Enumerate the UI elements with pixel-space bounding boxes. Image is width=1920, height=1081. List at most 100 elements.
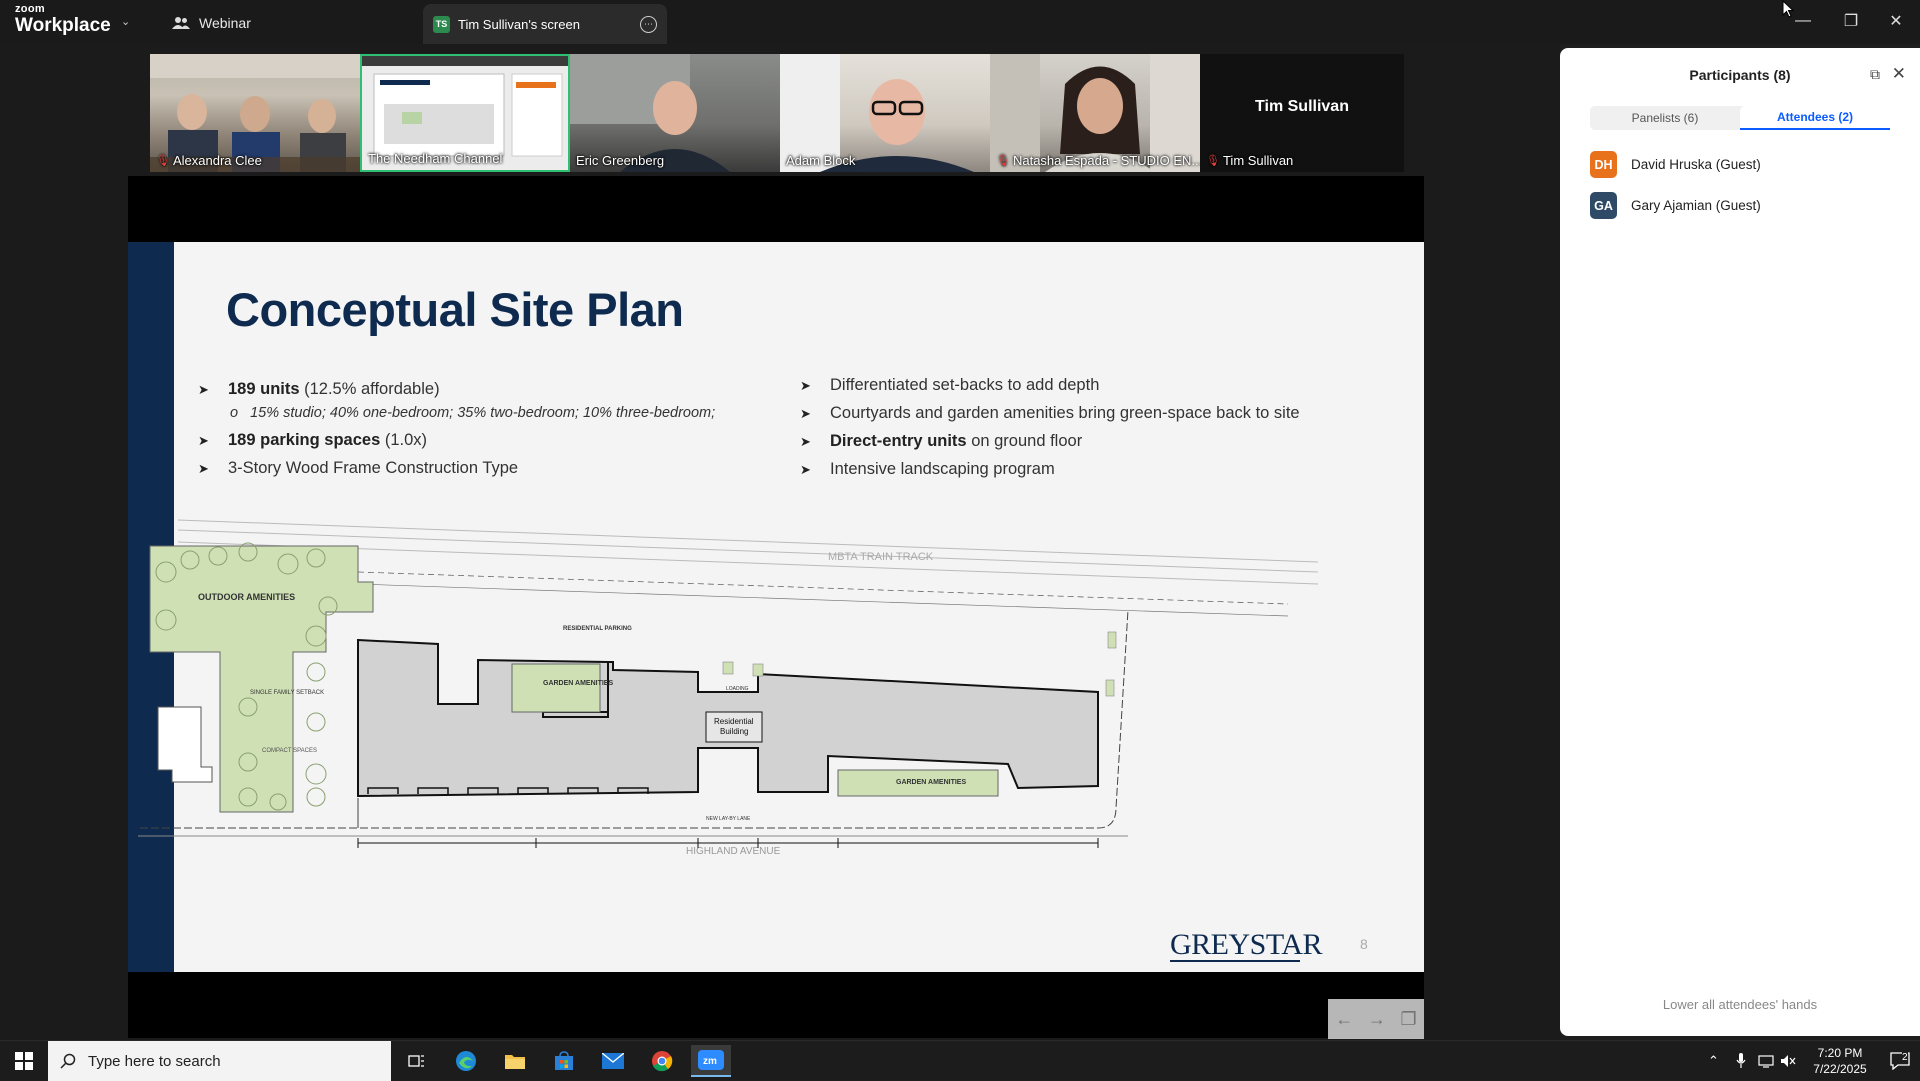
network-icon[interactable] (1758, 1041, 1774, 1081)
view-options-icon[interactable]: ❐ (1401, 1009, 1417, 1030)
tile-name: Eric Greenberg (576, 153, 665, 168)
logo-top: zoom (15, 3, 45, 15)
video-tile[interactable]: 🎙 Alexandra Clee (150, 54, 360, 172)
clock-time: 7:20 PM (1817, 1046, 1863, 1060)
tile-name: The Needham Channel (368, 151, 503, 166)
meeting-main-area: 🎙 Alexandra Clee The Needham Channel Eric… (0, 44, 1560, 1040)
video-tile-active[interactable]: The Needham Channel (360, 54, 570, 172)
presentation-slide: Conceptual Site Plan ➤ 189 units (12.5% a… (128, 242, 1424, 972)
left-bullet-list: ➤ 189 units (12.5% affordable) o 15% studi… (198, 380, 715, 487)
mail-icon[interactable] (593, 1045, 633, 1077)
tile-name: 🎙 Tim Sullivan (1206, 153, 1294, 168)
arrow-bullet-icon: ➤ (198, 461, 209, 476)
start-button[interactable] (0, 1041, 48, 1081)
close-window-button[interactable]: ✕ (1881, 8, 1911, 34)
tile-name: 🎙 Alexandra Clee (156, 153, 262, 168)
tile-display-name: Tim Sullivan (1255, 98, 1349, 115)
logo-bottom: Workplace (15, 15, 111, 36)
participant-tabs: Panelists (6) Attendees (2) (1590, 106, 1890, 130)
chrome-icon[interactable] (642, 1045, 682, 1077)
app-menu-chevron-icon[interactable]: ⌄ (121, 15, 130, 28)
parking-label: RESIDENTIAL PARKING (563, 626, 632, 632)
slide-navigation-controls: ← → ❐ (1328, 999, 1424, 1039)
arrow-bullet-icon: ➤ (800, 434, 811, 449)
zoom-app-icon[interactable]: zm (691, 1045, 731, 1077)
attendee-name: David Hruska (Guest) (1631, 157, 1761, 172)
arrow-bullet-icon: ➤ (198, 382, 209, 397)
tab-shared-screen-label: Tim Sullivan's screen (458, 16, 580, 32)
notifications-button[interactable]: 2 (1880, 1041, 1920, 1081)
restore-button[interactable]: ❐ (1836, 8, 1866, 34)
file-explorer-icon[interactable] (495, 1045, 535, 1077)
train-track-label: MBTA TRAIN TRACK (828, 551, 934, 563)
store-icon[interactable] (544, 1045, 584, 1077)
bullet-landscaping: ➤ Intensive landscaping program (800, 460, 1055, 478)
tray-chevron-icon[interactable]: ⌃ (1708, 1041, 1719, 1081)
garden-amenities-2-label: GARDEN AMENITIES (896, 779, 966, 786)
lower-all-hands-button[interactable]: Lower all attendees' hands (1560, 997, 1920, 1012)
edge-browser-icon[interactable] (446, 1045, 486, 1077)
participants-panel: Participants (8) ⧉ ✕ Panelists (6) Atten… (1560, 48, 1920, 1036)
microphone-icon[interactable] (1736, 1041, 1746, 1081)
mouse-cursor-icon (1782, 0, 1794, 18)
mic-muted-icon: 🎙 (1206, 155, 1220, 167)
arrow-bullet-icon: ➤ (198, 433, 209, 448)
tab-panelists[interactable]: Panelists (6) (1590, 106, 1740, 130)
sharer-badge: TS (433, 15, 450, 33)
shared-screen: Conceptual Site Plan ➤ 189 units (12.5% a… (128, 176, 1424, 1038)
next-arrow-icon[interactable]: → (1368, 1009, 1386, 1030)
video-tile[interactable]: Adam Block (780, 54, 990, 172)
tab-shared-screen[interactable]: TS Tim Sullivan's screen ⋯ (423, 4, 667, 44)
svg-text:zm: zm (703, 1056, 717, 1067)
outdoor-amenities-label: OUTDOOR AMENITIES (198, 592, 295, 602)
taskbar-clock[interactable]: 7:20 PM 7/22/2025 (1800, 1045, 1880, 1077)
loading-label: LOADING (726, 686, 749, 692)
list-item[interactable]: DH David Hruska (Guest) (1590, 144, 1910, 185)
bullet-units: ➤ 189 units (12.5% affordable) (198, 380, 440, 398)
tile-name: Adam Block (786, 153, 856, 168)
previous-arrow-icon[interactable]: ← (1335, 1009, 1353, 1030)
title-bar: zoom Workplace ⌄ Webinar TS Tim Sullivan… (0, 0, 1920, 44)
tab-webinar-label: Webinar (199, 15, 251, 31)
windows-logo-icon (15, 1052, 33, 1070)
right-bullet-list: ➤ Differentiated set-backs to add depth ➤… (800, 376, 1300, 488)
highland-avenue-label: HIGHLAND AVENUE (686, 846, 781, 857)
compact-spaces-label: COMPACT SPACES (262, 748, 317, 754)
bullet-setbacks: ➤ Differentiated set-backs to add depth (800, 376, 1100, 394)
task-view-icon[interactable] (397, 1045, 437, 1077)
attendee-name: Gary Ajamian (Guest) (1631, 198, 1761, 213)
greystar-logo-underline (1170, 960, 1300, 962)
clock-date: 7/22/2025 (1813, 1062, 1867, 1076)
participants-title: Participants (8) (1689, 67, 1791, 83)
notification-count: 2 (1902, 1052, 1908, 1063)
windows-taskbar: Type here to search zm ⌃ 7:20 PM 7/22/20… (0, 1040, 1920, 1081)
video-strip: 🎙 Alexandra Clee The Needham Channel Eric… (150, 54, 1404, 172)
lay-by-lane-label: NEW LAY-BY LANE (706, 816, 751, 822)
video-tile[interactable]: Tim Sullivan 🎙 Tim Sullivan (1200, 54, 1404, 172)
tab-attendees[interactable]: Attendees (2) (1740, 106, 1890, 130)
setback-label: SINGLE FAMILY SETBACK (250, 690, 324, 696)
volume-muted-icon[interactable] (1780, 1041, 1796, 1081)
mic-muted-icon: 🎙 (156, 155, 170, 167)
slide-page-number: 8 (1360, 936, 1368, 952)
garden-amenities-1-label: GARDEN AMENITIES (543, 680, 613, 687)
close-icon[interactable]: ✕ (1892, 64, 1906, 84)
residential-label-1: Residential (714, 717, 754, 726)
more-options-icon[interactable]: ⋯ (640, 16, 657, 33)
search-icon (60, 1053, 76, 1069)
video-tile[interactable]: 🎙 Natasha Espada - STUDIO EN... (990, 54, 1200, 172)
sub-bullet-unit-mix: o 15% studio; 40% one-bedroom; 35% two-be… (230, 405, 716, 421)
video-tile[interactable]: Eric Greenberg (570, 54, 780, 172)
attendee-list: DH David Hruska (Guest) GA Gary Ajamian … (1590, 144, 1910, 226)
taskbar-search[interactable]: Type here to search (48, 1041, 391, 1081)
bullet-parking: ➤ 189 parking spaces (1.0x) (198, 431, 428, 449)
pop-out-icon[interactable]: ⧉ (1870, 66, 1880, 83)
arrow-bullet-icon: ➤ (800, 462, 811, 477)
mic-muted-icon: 🎙 (996, 155, 1010, 167)
search-placeholder: Type here to search (88, 1052, 221, 1070)
avatar: GA (1590, 192, 1617, 219)
tab-webinar[interactable]: Webinar (172, 12, 251, 34)
list-item[interactable]: GA Gary Ajamian (Guest) (1590, 185, 1910, 226)
bullet-construction: ➤ 3-Story Wood Frame Construction Type (198, 459, 519, 477)
bullet-courtyards: ➤ Courtyards and garden amenities bring g… (800, 404, 1300, 422)
